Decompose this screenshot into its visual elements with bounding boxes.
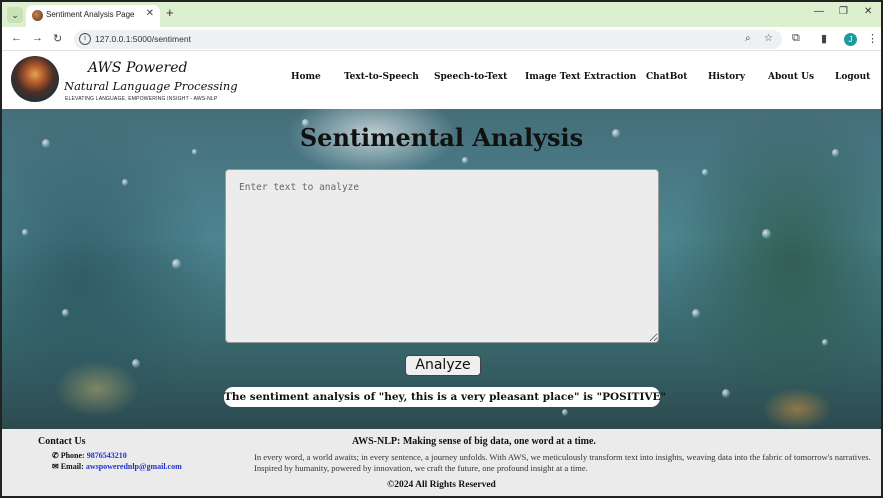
raindrop xyxy=(722,389,730,398)
sentiment-result: The sentiment analysis of "hey, this is … xyxy=(224,387,666,407)
close-window-icon[interactable]: ✕ xyxy=(864,6,872,17)
url-text[interactable]: 127.0.0.1:5000/sentiment xyxy=(95,34,191,44)
tab-title: Sentiment Analysis Page xyxy=(46,10,135,19)
raindrop xyxy=(762,229,771,239)
raindrop xyxy=(122,179,128,186)
zoom-icon[interactable]: ⌕ xyxy=(745,33,751,44)
logo-tagline: ELEVATING LANGUAGE, EMPOWERING INSIGHT -… xyxy=(65,96,218,102)
forward-icon[interactable]: → xyxy=(32,32,43,44)
nav-image-text-extraction[interactable]: Image Text Extraction xyxy=(525,72,636,82)
email-icon: ✉ xyxy=(52,462,59,471)
raindrop xyxy=(462,157,468,164)
raindrop xyxy=(172,259,181,269)
raindrop xyxy=(132,359,140,368)
site-header: AWS Powered Natural Language Processing … xyxy=(2,52,881,109)
contact-title: Contact Us xyxy=(38,436,86,447)
reload-icon[interactable]: ↻ xyxy=(53,32,62,45)
nav-history[interactable]: History xyxy=(708,72,745,82)
logo-image xyxy=(11,56,59,102)
logo-title-line2: Natural Language Processing xyxy=(64,79,238,93)
hero-section: Sentimental Analysis Analyze The sentime… xyxy=(2,109,881,429)
close-icon[interactable]: ✕ xyxy=(146,8,154,19)
analyze-button[interactable]: Analyze xyxy=(405,355,481,376)
nav-about-us[interactable]: About Us xyxy=(768,72,814,82)
back-icon[interactable]: ← xyxy=(11,32,22,44)
restore-icon[interactable]: ❐ xyxy=(839,6,848,17)
raindrop xyxy=(22,229,28,236)
phone-icon: ✆ xyxy=(52,451,59,460)
browser-window: ⌄ Sentiment Analysis Page ✕ + — ❐ ✕ ← → … xyxy=(0,0,883,498)
side-panel-icon[interactable]: ▮ xyxy=(821,32,827,45)
nav-home[interactable]: Home xyxy=(291,72,321,82)
nav-speech-to-text[interactable]: Speech-to-Text xyxy=(434,72,507,82)
profile-avatar[interactable]: J xyxy=(844,33,857,46)
info-icon[interactable]: i xyxy=(79,33,91,45)
raindrop xyxy=(62,309,69,317)
address-bar[interactable]: i 127.0.0.1:5000/sentiment ⌕ ☆ xyxy=(74,30,782,49)
nav-text-to-speech[interactable]: Text-to-Speech xyxy=(344,72,419,82)
contact-phone: ✆ Phone: 9876543210 xyxy=(52,451,127,460)
about-title: AWS-NLP: Making sense of big data, one w… xyxy=(352,436,596,447)
browser-toolbar: ← → ↻ i 127.0.0.1:5000/sentiment ⌕ ☆ ⧉ ▮… xyxy=(2,27,881,51)
tab-strip: ⌄ Sentiment Analysis Page ✕ + — ❐ ✕ xyxy=(2,2,881,27)
page-title: Sentimental Analysis xyxy=(299,123,584,152)
email-link[interactable]: awspowerednlp@gmail.com xyxy=(86,462,182,471)
logo-title-line1: AWS Powered xyxy=(88,60,188,76)
about-text: In every word, a world awaits; in every … xyxy=(254,452,871,473)
phone-link[interactable]: 9876543210 xyxy=(87,451,127,460)
email-label: Email: xyxy=(60,462,84,471)
favicon-icon xyxy=(32,10,43,21)
extensions-icon[interactable]: ⧉ xyxy=(792,32,800,45)
nav-logout[interactable]: Logout xyxy=(835,72,870,82)
phone-label: Phone: xyxy=(60,451,85,460)
menu-icon[interactable]: ⋮ xyxy=(867,32,878,45)
raindrop xyxy=(692,309,700,318)
raindrop xyxy=(702,169,708,176)
text-input[interactable] xyxy=(225,169,659,343)
raindrop xyxy=(822,339,828,346)
minimize-icon[interactable]: — xyxy=(814,6,824,17)
site-footer: Contact Us ✆ Phone: 9876543210 ✉ Email: … xyxy=(2,429,881,496)
copyright: ©2024 All Rights Reserved xyxy=(387,480,496,490)
tab-list-icon[interactable]: ⌄ xyxy=(7,7,23,23)
nav-chatbot[interactable]: ChatBot xyxy=(646,72,687,82)
star-icon[interactable]: ☆ xyxy=(764,33,773,44)
contact-email: ✉ Email: awspowerednlp@gmail.com xyxy=(52,462,182,471)
browser-tab[interactable]: Sentiment Analysis Page ✕ xyxy=(26,5,160,27)
raindrop xyxy=(562,409,568,416)
plus-icon[interactable]: + xyxy=(166,5,174,20)
